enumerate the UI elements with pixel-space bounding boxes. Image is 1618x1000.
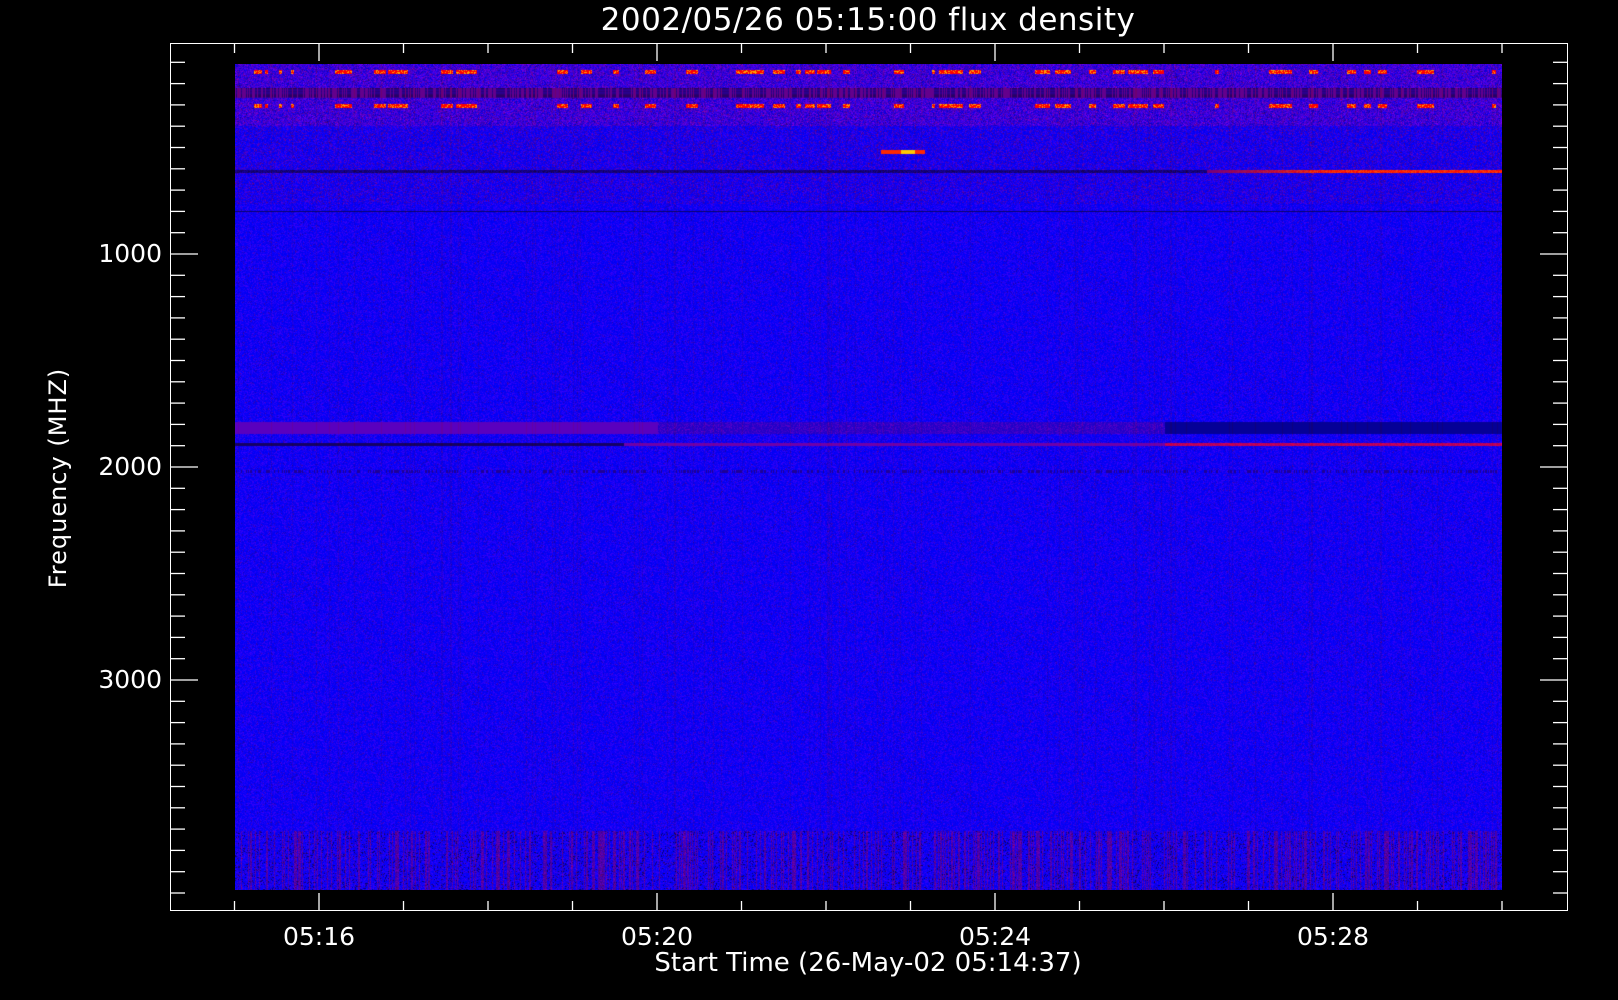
axes-ticks [170, 43, 1568, 911]
y-tick-label: 2000 [98, 452, 162, 481]
x-tick-label: 05:20 [620, 922, 694, 951]
x-tick-label: 05:16 [282, 922, 356, 951]
x-tick-label: 05:28 [1296, 922, 1370, 951]
y-tick-label: 1000 [98, 239, 162, 268]
y-axis-label: Frequency (MHZ) [44, 367, 72, 589]
y-tick-label: 3000 [98, 665, 162, 694]
x-axis-label: Start Time (26-May-02 05:14:37) [654, 948, 1082, 978]
x-tick-label: 05:24 [958, 922, 1032, 951]
